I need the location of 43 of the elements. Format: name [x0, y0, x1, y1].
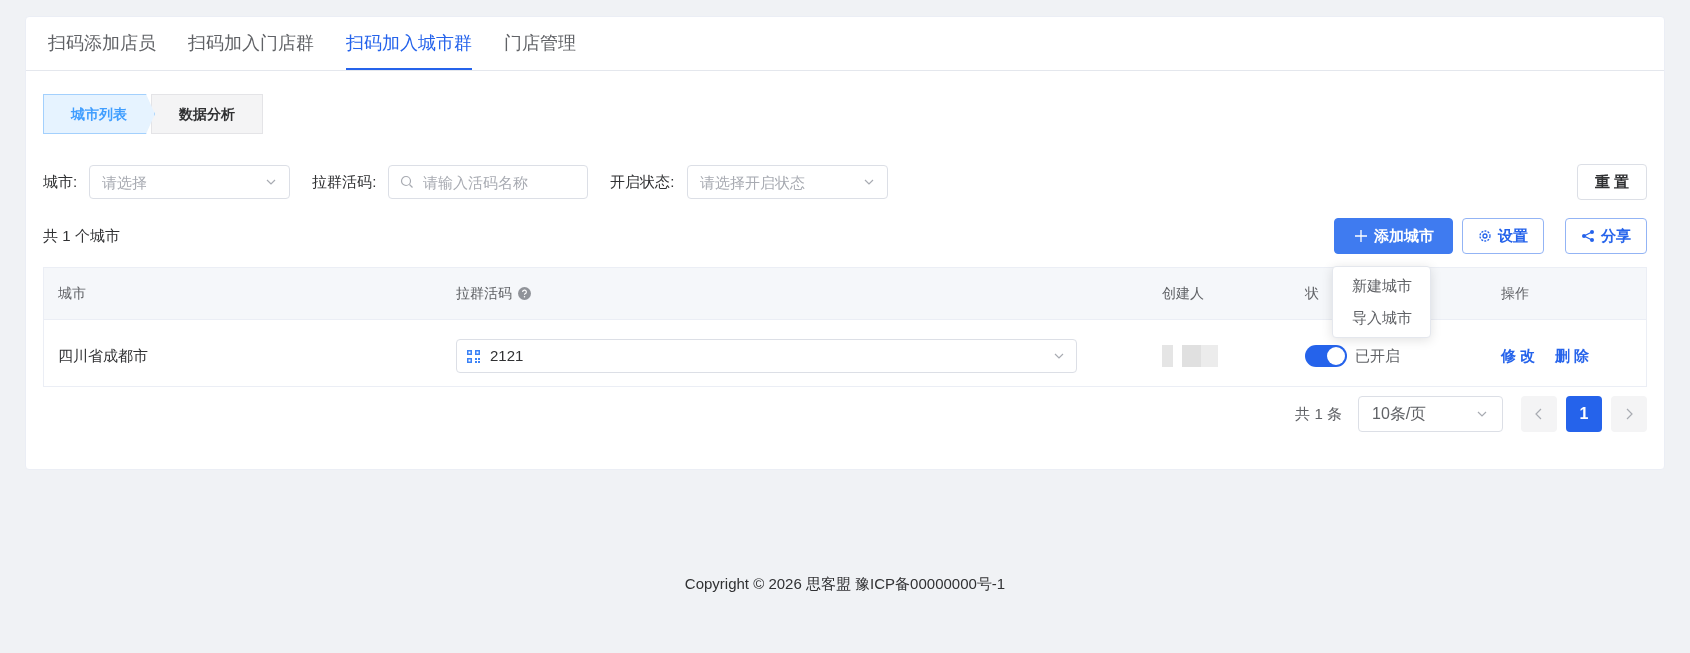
search-field[interactable]: 请输入活码名称	[388, 165, 589, 199]
status-text: 已开启	[1355, 345, 1400, 366]
gear-icon	[1478, 229, 1492, 243]
chevron-right-icon	[1624, 408, 1634, 420]
page-size-select[interactable]: 10条/页	[1358, 396, 1503, 432]
tab[interactable]: 扫码添加店员	[48, 16, 156, 70]
column-header: 拉群活码	[456, 284, 512, 303]
row-action-link[interactable]: 删 除	[1555, 344, 1590, 368]
tab[interactable]: 扫码加入城市群	[346, 16, 472, 70]
code-select[interactable]: 2121	[456, 339, 1077, 373]
filter-label: 城市:	[43, 171, 78, 192]
footer-text: Copyright © 2026 思客盟 豫ICP备00000000号-1	[683, 574, 1007, 594]
share-icon	[1581, 229, 1595, 243]
prev-page-button[interactable]	[1521, 396, 1557, 432]
column-header: 创建人	[1162, 284, 1204, 303]
total-records: 共 1 条	[1295, 403, 1342, 424]
column-header: 操作	[1501, 284, 1529, 303]
menu-item[interactable]: 新建城市	[1333, 270, 1430, 302]
page-button[interactable]: 1	[1566, 396, 1602, 432]
share-button[interactable]: 分享	[1565, 218, 1647, 254]
toggle-switch[interactable]	[1305, 345, 1347, 367]
tab[interactable]: 扫码加入门店群	[188, 16, 314, 70]
plus-icon	[1353, 229, 1368, 243]
row-action-link[interactable]: 修 改	[1501, 344, 1536, 368]
column-header: 城市	[58, 284, 86, 303]
add-button[interactable]: 添加城市	[1334, 218, 1453, 254]
chevron-left-icon	[1534, 408, 1544, 420]
menu-item[interactable]: 导入城市	[1333, 302, 1430, 334]
table-cell: 四川省成都市	[58, 347, 148, 364]
tab[interactable]: 门店管理	[504, 16, 576, 70]
select-field[interactable]: 请选择	[89, 165, 291, 199]
filter-label: 开启状态:	[610, 171, 675, 192]
qr-code-icon	[467, 349, 480, 363]
settings-button[interactable]: 设置	[1462, 218, 1544, 254]
select-field[interactable]: 请选择开启状态	[686, 165, 888, 199]
total-count: 共 1 个城市	[43, 225, 120, 246]
search-icon	[400, 175, 415, 189]
step-tab[interactable]: 数据分析	[151, 94, 263, 134]
reset-button[interactable]: 重 置	[1577, 164, 1647, 200]
column-header: 状	[1305, 284, 1319, 303]
filter-label: 拉群活码:	[312, 171, 377, 192]
blurred-name	[1162, 345, 1218, 367]
next-page-button[interactable]	[1611, 396, 1647, 432]
